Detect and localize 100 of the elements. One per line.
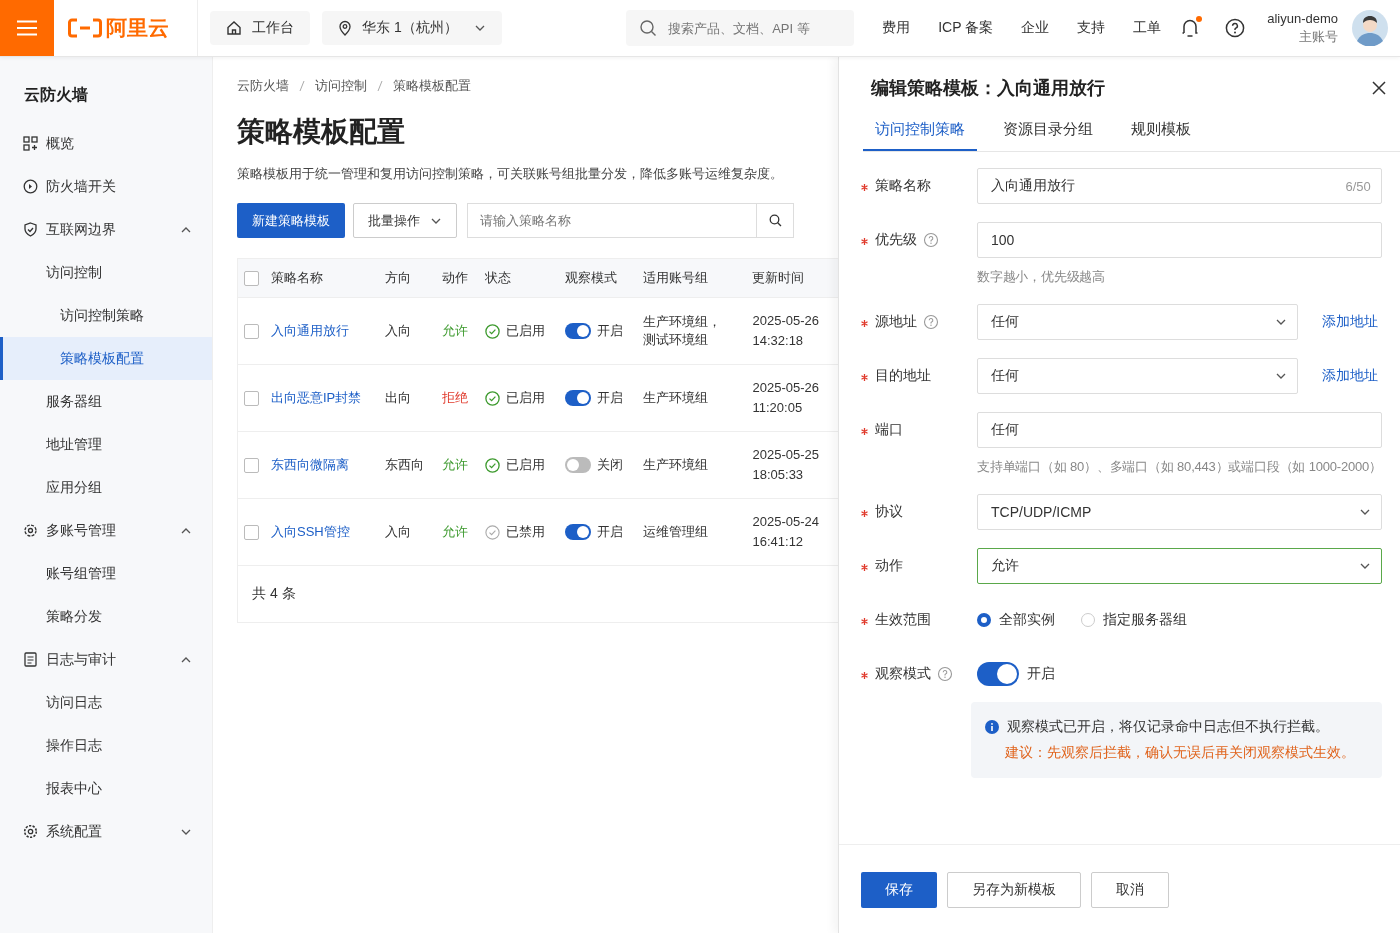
radio-option[interactable]: 指定服务器组: [1081, 611, 1187, 629]
sidebar-item[interactable]: 访问日志: [0, 681, 212, 724]
page-title: 策略模板配置: [237, 115, 406, 149]
bell-icon[interactable]: [1181, 18, 1200, 38]
table-cell-text: 2025-05-25 18:05:33: [752, 446, 820, 484]
field-label: 动作: [875, 557, 903, 575]
nav-link[interactable]: 支持: [1063, 19, 1120, 37]
table-cell-text: 2025-05-26 11:20:05: [752, 379, 820, 417]
checkbox[interactable]: [244, 390, 259, 406]
policy-name-link[interactable]: 出向恶意IP封禁: [271, 390, 362, 405]
field-label: 端口: [875, 421, 903, 439]
tab[interactable]: 资源目录分组: [991, 120, 1105, 151]
breadcrumb-item[interactable]: 策略模板配置: [393, 77, 471, 95]
sidebar-item[interactable]: 应用分组: [0, 466, 212, 509]
table-cell-text: 运维管理组: [643, 523, 710, 541]
policy-name-link[interactable]: 入向SSH管控: [271, 524, 350, 539]
toggle-switch[interactable]: [564, 323, 591, 339]
region-selector[interactable]: 华东 1（杭州）: [322, 11, 502, 45]
close-button[interactable]: [1371, 81, 1386, 95]
action-button[interactable]: 另存为新模板: [947, 871, 1081, 908]
table-cell-text: 生产环境组: [643, 389, 710, 407]
input-field[interactable]: 任何: [977, 412, 1382, 448]
field-label: 优先级: [875, 231, 917, 249]
action-button[interactable]: 取消: [1091, 871, 1169, 908]
breadcrumb-item[interactable]: 访问控制: [315, 77, 367, 95]
select-field[interactable]: 任何: [977, 304, 1298, 340]
nav-link[interactable]: ICP 备案: [924, 19, 1008, 37]
sidebar-item[interactable]: 防火墙开关: [0, 165, 212, 208]
sidebar-item[interactable]: 策略模板配置: [0, 337, 212, 380]
sidebar-item[interactable]: 概览: [0, 122, 212, 165]
checkbox[interactable]: [244, 524, 259, 540]
sidebar-item[interactable]: 账号组管理: [0, 552, 212, 595]
toggle-switch[interactable]: [977, 662, 1019, 686]
new-template-button[interactable]: 新建策略模板: [237, 203, 345, 238]
breadcrumb-separator: [299, 80, 305, 92]
toggle-switch[interactable]: [564, 457, 591, 473]
toggle-switch[interactable]: [564, 390, 591, 406]
search-icon: [768, 214, 782, 227]
save-button[interactable]: 保存: [861, 871, 937, 908]
sidebar-item[interactable]: 访问控制策略: [0, 294, 212, 337]
column-header: 动作: [442, 270, 469, 285]
sidebar-item[interactable]: 服务器组: [0, 380, 212, 423]
workbench-button[interactable]: 工作台: [210, 11, 310, 45]
breadcrumb-separator: [377, 80, 383, 92]
search-button[interactable]: [757, 203, 794, 238]
batch-actions-button[interactable]: 批量操作: [353, 203, 457, 238]
gear-icon: [23, 523, 38, 538]
toggle-switch[interactable]: [564, 524, 591, 540]
breadcrumb-item[interactable]: 云防火墙: [237, 77, 289, 95]
sidebar-item[interactable]: 报表中心: [0, 767, 212, 810]
tab[interactable]: 访问控制策略: [863, 120, 977, 151]
policy-name-link[interactable]: 东西向微隔离: [271, 457, 349, 472]
search-field[interactable]: 搜索产品、文档、API 等: [626, 10, 855, 46]
help-icon[interactable]: [1225, 18, 1246, 38]
field-label: 目的地址: [875, 367, 931, 385]
menu-button[interactable]: [0, 0, 54, 56]
field-label: 策略名称: [875, 177, 931, 195]
status-text: 已启用: [505, 322, 545, 340]
input-field[interactable]: 100: [977, 222, 1382, 258]
table-cell: 出向: [385, 390, 412, 405]
column-header: 状态: [484, 270, 511, 285]
input-field[interactable]: 入向通用放行 6/50: [977, 168, 1382, 204]
table-cell: 入向: [385, 524, 412, 539]
column-header: 策略名称: [271, 270, 323, 285]
sidebar-item[interactable]: 互联网边界: [0, 208, 212, 251]
add-address-link[interactable]: 添加地址: [1321, 313, 1382, 331]
field-label: 生效范围: [875, 611, 931, 629]
table-cell-text: 生产环境组: [643, 456, 710, 474]
add-address-link[interactable]: 添加地址: [1321, 367, 1382, 385]
page-description: 策略模板用于统一管理和复用访问控制策略，可关联账号组批量分发，降低多账号运维复杂度。: [237, 165, 784, 183]
select-field[interactable]: TCP/UDP/ICMP: [977, 494, 1382, 530]
nav-link[interactable]: 工单: [1119, 19, 1176, 37]
nav-link[interactable]: 费用: [868, 19, 925, 37]
checkbox[interactable]: [244, 323, 259, 339]
select-field[interactable]: 允许: [977, 548, 1382, 584]
sidebar-item[interactable]: 日志与审计: [0, 638, 212, 681]
select-field[interactable]: 任何: [977, 358, 1298, 394]
avatar[interactable]: [1352, 10, 1388, 46]
sidebar-item[interactable]: 访问控制: [0, 251, 212, 294]
sidebar-item[interactable]: 策略分发: [0, 595, 212, 638]
sidebar-item[interactable]: 系统配置: [0, 810, 212, 853]
checkbox[interactable]: [244, 270, 259, 286]
sidebar-item[interactable]: 操作日志: [0, 724, 212, 767]
tab[interactable]: 规则模板: [1119, 120, 1203, 151]
user-name[interactable]: aliyun-demo: [1267, 10, 1338, 26]
column-header: 更新时间: [752, 270, 805, 285]
notice-text: 观察模式已开启，将仅记录命中日志但不执行拦截。: [1007, 718, 1329, 736]
table-cell-text: 2025-05-24 16:41:12: [752, 513, 820, 551]
search-field[interactable]: 请输入策略名称: [467, 203, 757, 238]
user-role: 主账号: [1299, 27, 1338, 46]
nav-link[interactable]: 企业: [1007, 19, 1064, 37]
policy-name-link[interactable]: 入向通用放行: [271, 323, 349, 338]
checkbox[interactable]: [244, 457, 259, 473]
action-text: 允许: [442, 524, 469, 539]
sidebar-item[interactable]: 地址管理: [0, 423, 212, 466]
radio-option[interactable]: 全部实例: [977, 611, 1055, 629]
sidebar-item[interactable]: 多账号管理: [0, 509, 212, 552]
field-label: 观察模式: [875, 665, 931, 683]
total-count: 共 4 条: [252, 585, 296, 603]
switch-label: 开启: [596, 389, 623, 407]
